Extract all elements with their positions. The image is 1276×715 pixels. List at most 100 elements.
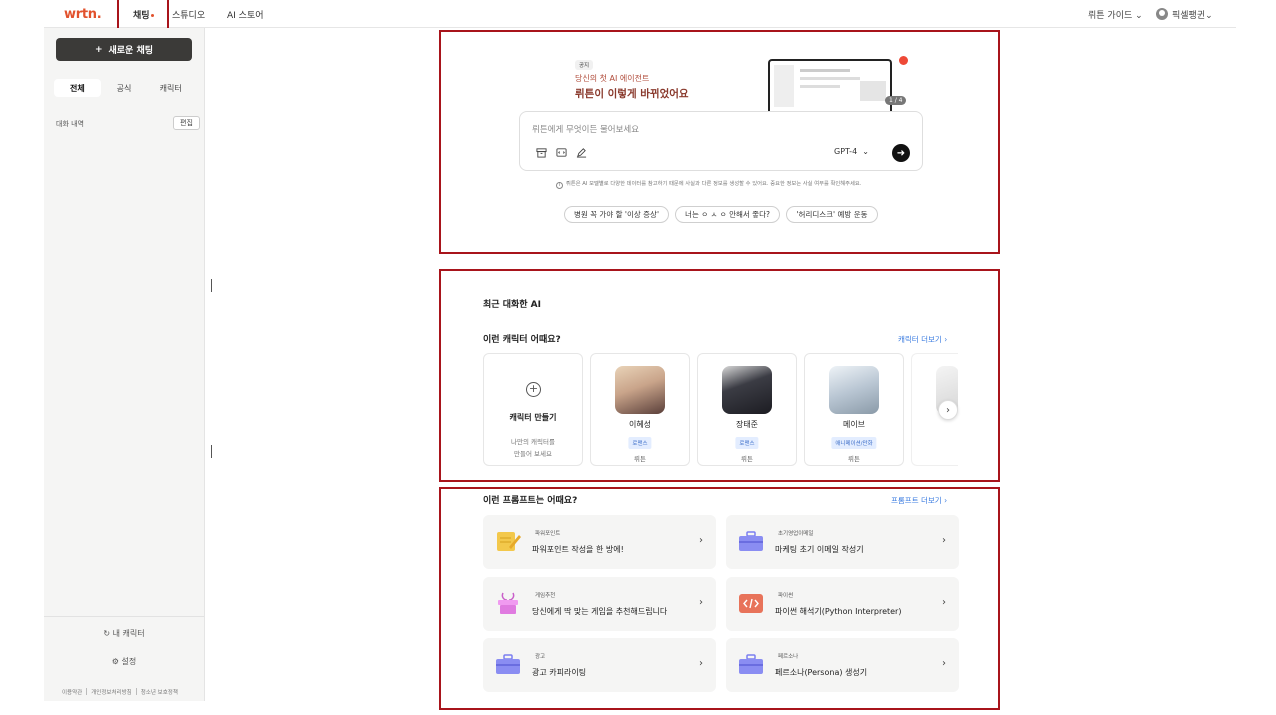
carousel-next-button[interactable]: › (938, 400, 958, 420)
create-character-card[interactable]: + 캐릭터 만들기 나만의 캐릭터를만들어 보세요 (483, 353, 583, 466)
banner-title[interactable]: 뤼튼이 이렇게 바뀌었어요 (575, 86, 689, 101)
prompt-title: 당신에게 딱 맞는 게임을 추천해드립니다 (532, 607, 668, 616)
prompts-title: 이런 프롬프트는 어때요? (483, 496, 578, 506)
character-tag: 로맨스 (735, 437, 759, 449)
filter-official[interactable]: 공식 (101, 79, 148, 97)
filter-all[interactable]: 전체 (54, 79, 101, 97)
notification-dot (899, 56, 908, 65)
character-avatar (615, 366, 665, 414)
chevron-down-icon: ⌄ (862, 147, 869, 156)
sidebar: + 새로운 채팅 전체 공식 캐릭터 대화 내역 편집 ↻ 내 캐릭터 ⚙ 설정 … (44, 28, 205, 701)
character-avatar (829, 366, 879, 414)
my-character-link[interactable]: ↻ 내 캐릭터 (44, 628, 204, 639)
prompt-card[interactable]: 초기영업이메일 마케팅 초기 이메일 작성기 › (726, 515, 959, 569)
suggestion-chip[interactable]: '허리디스크' 예방 운동 (786, 206, 878, 223)
user-name: 픽셀팽귄 (1172, 11, 1206, 21)
new-chat-button[interactable]: + 새로운 채팅 (56, 38, 192, 61)
guide-label: 뤼튼 가이드 (1088, 11, 1133, 21)
sidebar-divider (44, 616, 204, 617)
prompt-title: 파워포인트 작성을 한 방에! (532, 545, 624, 554)
prompt-card[interactable]: 파이썬 파이썬 해석기(Python Interpreter) › (726, 577, 959, 631)
create-character-title: 캐릭터 만들기 (509, 413, 557, 422)
send-button[interactable]: ➜ (892, 144, 910, 162)
footer-links: 이용약관 개인정보처리방침 청소년 보호정책 (62, 688, 178, 696)
chevron-down-icon: ⌄ (1205, 11, 1213, 21)
characters-title: 이런 캐릭터 어때요? (483, 335, 561, 345)
more-prompts-link[interactable]: 프롬프트 더보기 › (891, 495, 947, 506)
chevron-right-icon: › (942, 535, 946, 546)
model-label: GPT-4 (834, 147, 858, 156)
youth-policy-link[interactable]: 청소년 보호정책 (141, 690, 178, 696)
filter-tabs: 전체 공식 캐릭터 (54, 79, 194, 97)
character-source: 뤼튼 (848, 455, 860, 463)
disclaimer-text: 뤼튼은 AI 모델별로 다양한 데이터를 참고하기 때문에 사실과 다른 정보를… (566, 181, 862, 187)
character-card[interactable]: 장태준 로맨스 뤼튼 (697, 353, 797, 466)
plus-icon: + (94, 44, 103, 55)
character-tag: 애니메이션/만화 (831, 437, 877, 449)
arrow-right-icon: ➜ (896, 147, 906, 159)
prompt-title: 파이썬 해석기(Python Interpreter) (775, 607, 902, 616)
prompt-card[interactable]: 광고 광고 카피라이팅 › (483, 638, 716, 692)
prompt-category: 초기영업이메일 (778, 531, 814, 537)
prompt-category: 파워포인트 (535, 531, 561, 537)
character-name: 장태준 (735, 420, 759, 429)
terms-link[interactable]: 이용약관 (62, 690, 82, 696)
tab-ai-store[interactable]: AI 스토어 (227, 8, 264, 21)
character-card[interactable]: 메이브 애니메이션/만화 뤼튼 (804, 353, 904, 466)
tab-studio[interactable]: 스튜디오 (172, 8, 205, 21)
avatar-icon (1156, 8, 1168, 20)
prompt-category: 광고 (535, 654, 546, 660)
suggestion-chip[interactable]: 병원 꼭 가야 할 '이상 증상' (564, 206, 669, 223)
history-label: 대화 내역 (56, 120, 84, 128)
character-tag: 로맨스 (628, 437, 652, 449)
create-character-desc-line1: 나만의 캐릭터를 (511, 438, 555, 446)
prompt-category: 게임추천 (535, 593, 556, 599)
code-box-icon[interactable] (556, 147, 567, 158)
logo[interactable]: wrtn. (64, 7, 102, 22)
banner-subtitle[interactable]: 당신의 첫 AI 에이전트 (575, 73, 649, 84)
disclaimer: i 뤼튼은 AI 모델별로 다양한 데이터를 참고하기 때문에 사실과 다른 정보… (556, 179, 861, 189)
character-source: 뤼튼 (741, 455, 753, 463)
more-characters-label: 캐릭터 더보기 (898, 335, 942, 344)
new-chat-label: 새로운 채팅 (108, 46, 154, 56)
more-characters-link[interactable]: 캐릭터 더보기 › (898, 334, 947, 345)
gift-icon (498, 592, 518, 614)
notepad-icon (497, 532, 521, 551)
prompt-title: 페르소나(Persona) 생성기 (775, 668, 868, 677)
prompt-category: 페르소나 (778, 654, 799, 660)
briefcase-icon (739, 531, 763, 551)
prompt-card[interactable]: 파워포인트 파워포인트 작성을 한 방에! › (483, 515, 716, 569)
prompt-card[interactable]: 페르소나 페르소나(Persona) 생성기 › (726, 638, 959, 692)
recent-ai-title: 최근 대화한 AI (483, 300, 541, 310)
my-character-label: 내 캐릭터 (112, 629, 145, 638)
chevron-down-icon: ⌄ (1135, 11, 1143, 21)
scroll-marker (211, 445, 212, 458)
prompt-title: 마케팅 초기 이메일 작성기 (775, 545, 864, 554)
guide-menu[interactable]: 뤼튼 가이드 ⌄ (1088, 8, 1143, 21)
more-prompts-label: 프롬프트 더보기 (891, 496, 942, 505)
prompt-input[interactable]: 뤼튼에게 무엇이든 물어보세요 GPT-4 ⌄ ➜ (519, 111, 923, 171)
banner-pager[interactable]: 1 / 4 (885, 96, 907, 105)
briefcase-icon (739, 654, 763, 674)
filter-character[interactable]: 캐릭터 (147, 79, 194, 97)
scroll-marker (211, 279, 212, 292)
character-avatar (722, 366, 772, 414)
archive-icon[interactable] (536, 147, 547, 158)
pen-icon[interactable] (576, 147, 587, 158)
character-name: 메이브 (842, 420, 866, 429)
character-card[interactable]: 이혜성 로맨스 뤼튼 (590, 353, 690, 466)
edit-button[interactable]: 편집 (173, 116, 200, 130)
user-menu[interactable]: 픽셀팽귄⌄ (1156, 8, 1213, 21)
model-select[interactable]: GPT-4 ⌄ (834, 147, 869, 156)
refresh-icon: ↻ (103, 629, 111, 638)
settings-link[interactable]: ⚙ 설정 (44, 656, 204, 667)
chevron-right-icon: › (699, 535, 703, 546)
create-character-desc-line2: 만들어 보세요 (514, 450, 552, 458)
settings-label: 설정 (121, 657, 137, 666)
privacy-link[interactable]: 개인정보처리방침 (91, 690, 131, 696)
chevron-right-icon: › (944, 335, 948, 344)
suggestion-chip[interactable]: 너는 ㅇ ㅅ ㅇ 안해서 좋다? (675, 206, 780, 223)
prompt-card[interactable]: 게임추천 당신에게 딱 맞는 게임을 추천해드립니다 › (483, 577, 716, 631)
notice-badge: 공지 (575, 60, 594, 70)
plus-icon: + (526, 382, 541, 397)
